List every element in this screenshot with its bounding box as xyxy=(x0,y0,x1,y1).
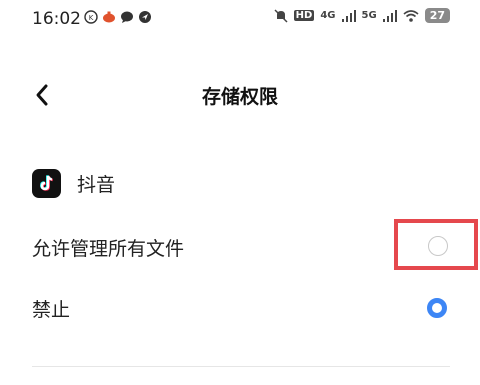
status-bar: 16:02 K HD 4G 5G 27 xyxy=(0,0,480,38)
hd-label: HD xyxy=(293,10,315,21)
tiktok-icon xyxy=(32,168,61,198)
message-icon xyxy=(121,11,133,23)
divider xyxy=(32,366,450,367)
status-time: 16:02 xyxy=(32,9,81,29)
option-label: 允许管理所有文件 xyxy=(32,238,185,260)
page-title: 存储权限 xyxy=(201,86,278,108)
screen: 16:02 K HD 4G 5G 27 存储权限 抖音 允许管理所有文件 禁止 xyxy=(0,0,480,385)
option-deny[interactable]: 禁止 xyxy=(0,283,480,333)
app-notification-icon xyxy=(103,11,115,23)
highlight-annotation xyxy=(394,219,478,270)
notification-icons: K xyxy=(84,10,152,24)
4g-label: 4G xyxy=(320,10,336,21)
header: 存储权限 xyxy=(0,72,480,118)
svg-text:K: K xyxy=(89,14,94,22)
signal-icon-2 xyxy=(382,9,397,22)
battery-indicator: 27 xyxy=(424,8,450,23)
option-label: 禁止 xyxy=(32,299,71,321)
app-name: 抖音 xyxy=(77,173,116,196)
status-right: HD 4G 5G 27 xyxy=(274,8,450,23)
navigation-icon xyxy=(139,11,151,23)
radio-deny[interactable] xyxy=(427,298,447,318)
signal-icon xyxy=(341,9,356,22)
mute-icon xyxy=(274,8,288,23)
app-info: 抖音 xyxy=(32,167,115,199)
5g-label: 5G xyxy=(361,10,377,21)
k-circle-icon: K xyxy=(84,10,98,24)
wifi-icon xyxy=(403,9,419,22)
